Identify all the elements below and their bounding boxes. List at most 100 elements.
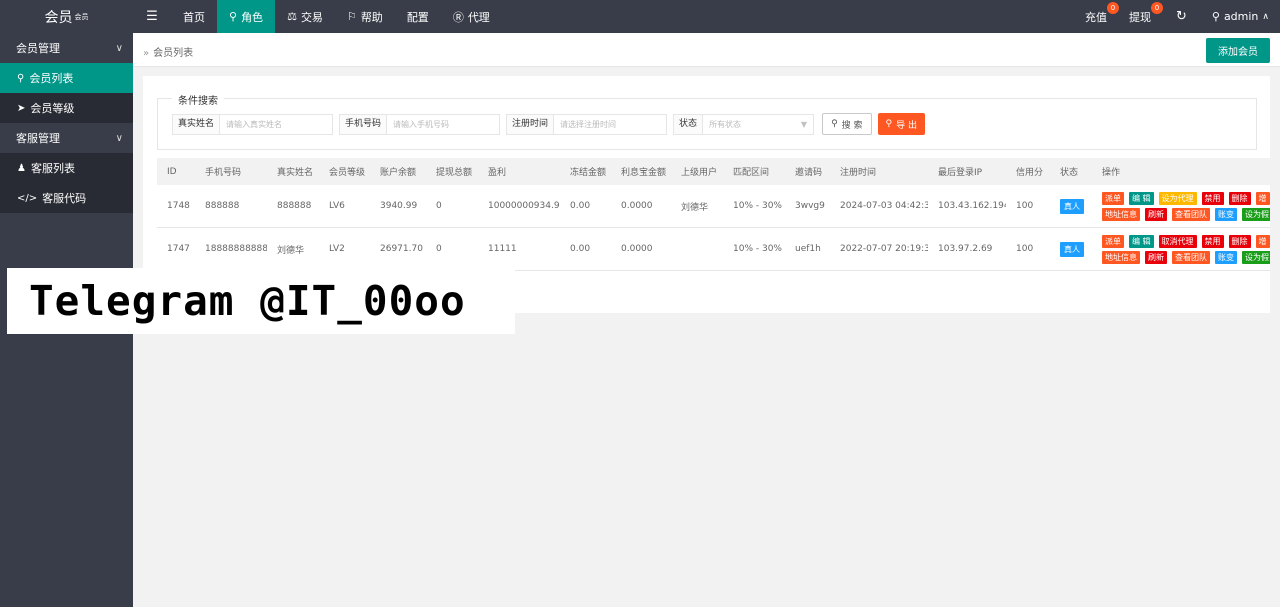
status-label: 状态 <box>673 113 704 135</box>
real-name-label: 真实姓名 <box>172 113 221 135</box>
col-header: 盈利 <box>488 168 507 178</box>
set-agent-button[interactable]: 设为代理 <box>1158 191 1197 205</box>
cell-id: 1747 <box>167 244 190 254</box>
sidebar-group-service[interactable]: 客服管理 ∨ <box>0 123 133 153</box>
balance-icon: ⚖ <box>287 10 297 23</box>
status-select-value: 所有状态 <box>709 119 742 129</box>
delete-button[interactable]: 删除 <box>1228 234 1251 248</box>
phone-input[interactable]: 请输入手机号码 <box>387 113 501 135</box>
nav-config[interactable]: 配置 <box>395 0 441 33</box>
recharge-button[interactable]: 充值 0 <box>1074 0 1119 33</box>
status-select[interactable]: 所有状态 ▼ <box>703 113 815 135</box>
cell-invite: 3wvg9 <box>795 201 825 211</box>
code-icon: </> <box>17 192 38 204</box>
sidebar-item-service-list[interactable]: ♟ 客服列表 <box>0 153 133 183</box>
cell-level: LV2 <box>329 244 345 254</box>
nav-trade-label: 交易 <box>300 10 323 24</box>
cell-phone: 888888 <box>205 201 240 211</box>
view-team-button[interactable]: 查看团队 <box>1172 207 1210 221</box>
sidebar-group-members[interactable]: 会员管理 ∨ <box>0 33 133 63</box>
sidebar-item-member-level[interactable]: ➤ 会员等级 <box>0 93 133 123</box>
withdraw-button[interactable]: 提现 0 <box>1118 0 1163 33</box>
delete-button[interactable]: 删除 <box>1228 191 1251 205</box>
col-header: 匹配区间 <box>733 168 770 178</box>
flag-icon: ⚐ <box>346 10 357 23</box>
ops-group: 派单 编 辑 取消代理 禁用 删除 增 地址信息 刷新 查看团队 账变 设为假 <box>1102 234 1270 264</box>
view-team-button[interactable]: 查看团队 <box>1172 250 1210 264</box>
nav-trade[interactable]: ⚖ 交易 <box>275 0 335 33</box>
disable-button[interactable]: 禁用 <box>1201 234 1224 248</box>
sidebar-item-service-code[interactable]: </> 客服代码 <box>0 183 133 213</box>
nav-role[interactable]: ⚲ 角色 <box>217 0 276 33</box>
col-header: 邀请码 <box>795 168 823 178</box>
nav-agent[interactable]: Ⓡ 代理 <box>441 0 502 33</box>
disable-button[interactable]: 禁用 <box>1201 191 1224 205</box>
caret-down-icon: ▼ <box>800 119 808 129</box>
address-info-button[interactable]: 地址信息 <box>1102 250 1140 264</box>
cell-name: 888888 <box>277 201 312 211</box>
user-menu[interactable]: ⚲ admin ∧ <box>1201 0 1280 33</box>
cell-invite: uef1h <box>795 244 821 254</box>
cell-status: 真人 <box>1050 241 1092 257</box>
cell-balance: 26971.70 <box>380 244 423 254</box>
set-fake-button[interactable]: 设为假 <box>1242 207 1270 221</box>
add-member-button[interactable]: 添加会员 <box>1206 38 1270 63</box>
double-chevron-icon: » <box>143 48 150 59</box>
cell-match: 10% - 30% <box>733 244 782 254</box>
export-button[interactable]: ⚲ 导 出 <box>877 113 925 135</box>
dispatch-button[interactable]: 派单 <box>1102 191 1124 205</box>
nav-home-label: 首页 <box>183 10 205 24</box>
add-button[interactable]: 增 <box>1255 234 1270 248</box>
reg-time-input[interactable]: 请选择注册时间 <box>554 113 668 135</box>
search-legend: 条件搜索 <box>172 92 224 107</box>
cell-withdraw: 0 <box>436 201 442 211</box>
refresh-button[interactable]: 刷新 <box>1145 250 1167 264</box>
status-badge: 真人 <box>1060 198 1084 214</box>
cell-withdraw: 0 <box>436 244 442 254</box>
cell-ip: 103.97.2.69 <box>938 244 993 254</box>
nav-home[interactable]: 首页 <box>171 0 217 33</box>
cell-level: LV6 <box>329 201 345 211</box>
users-icon: ♟ <box>17 162 26 174</box>
address-info-button[interactable]: 地址信息 <box>1102 207 1140 221</box>
top-right-menu: 充值 0 提现 0 ↻ ⚲ admin ∧ <box>1074 0 1280 33</box>
refresh-button[interactable]: 刷新 <box>1145 207 1167 221</box>
nav-agent-label: 代理 <box>467 10 490 24</box>
col-header: 冻结金额 <box>570 168 607 178</box>
ops-line-1: 派单 编 辑 设为代理 禁用 删除 增 <box>1102 191 1270 205</box>
ops-line-1: 派单 编 辑 取消代理 禁用 删除 增 <box>1102 234 1270 248</box>
edit-button[interactable]: 编 辑 <box>1129 234 1154 248</box>
col-header: 信用分 <box>1016 168 1044 178</box>
set-fake-button[interactable]: 设为假 <box>1242 250 1270 264</box>
reg-time-label: 注册时间 <box>506 113 555 135</box>
real-name-input[interactable]: 请输入真实姓名 <box>220 113 334 135</box>
add-button[interactable]: 增 <box>1255 191 1270 205</box>
sidebar-item-label: 客服代码 <box>42 192 87 205</box>
cell-profit: 10000000934.99 <box>488 201 560 211</box>
cell-reg-time: 2024-07-03 04:42:39 <box>840 201 928 211</box>
chevron-down-icon: ∨ <box>115 132 123 144</box>
col-header: 状态 <box>1060 168 1079 178</box>
account-change-button[interactable]: 账变 <box>1215 250 1237 264</box>
account-change-button[interactable]: 账变 <box>1215 207 1237 221</box>
cell-interest: 0.0000 <box>621 244 653 254</box>
user-icon: ⚲ <box>17 72 25 84</box>
sidebar-item-member-list[interactable]: ⚲ 会员列表 <box>0 63 133 93</box>
dispatch-button[interactable]: 派单 <box>1102 234 1124 248</box>
menu-toggle-icon[interactable]: ☰ <box>133 0 171 33</box>
status-filter: 状态 所有状态 ▼ <box>673 113 815 135</box>
cell-reg-time: 2022-07-07 20:19:37 <box>840 244 928 254</box>
sidebar-item-label: 会员列表 <box>29 72 74 85</box>
telegram-watermark: Telegram @IT_00oo <box>7 268 515 334</box>
search-button[interactable]: ⚲ 搜 索 <box>822 113 872 135</box>
user-icon: ⚲ <box>229 10 238 23</box>
cell-match: 10% - 30% <box>733 201 782 211</box>
recharge-label: 充值 <box>1084 10 1107 24</box>
phone-label: 手机号码 <box>339 113 388 135</box>
cancel-agent-button[interactable]: 取消代理 <box>1158 234 1197 248</box>
nav-help[interactable]: ⚐ 帮助 <box>335 0 395 33</box>
edit-button[interactable]: 编 辑 <box>1129 191 1154 205</box>
refresh-icon[interactable]: ↻ <box>1162 0 1201 33</box>
col-header: 会员等级 <box>329 168 366 178</box>
user-name: admin <box>1223 10 1259 23</box>
